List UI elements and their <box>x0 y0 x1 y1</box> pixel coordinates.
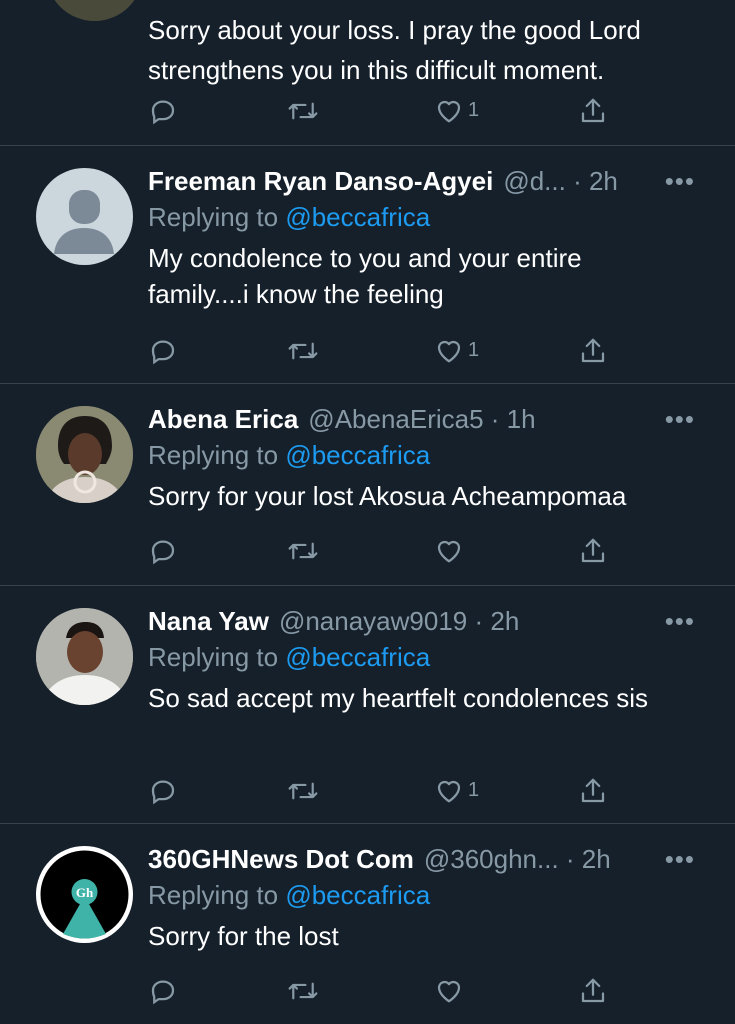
heart-icon <box>437 340 461 363</box>
mention-link[interactable]: @beccafrica <box>285 440 430 470</box>
replying-to: Replying to @beccafrica <box>148 436 695 474</box>
profile-photo-icon <box>36 406 133 503</box>
replying-to: Replying to @beccafrica <box>148 876 695 914</box>
replying-label: Replying to <box>148 202 286 232</box>
tweet-text: Sorry for your lost Akosua Acheampomaa <box>148 481 627 511</box>
like-button[interactable]: 1 <box>434 336 479 364</box>
more-options-icon[interactable]: ••• <box>655 842 695 876</box>
tweet[interactable]: Abena Erica @AbenaErica5 · 1h ••• Replyi… <box>0 384 735 586</box>
replying-label: Replying to <box>148 642 286 672</box>
reply-button[interactable] <box>148 536 178 566</box>
handle-time: @AbenaErica5 · 1h <box>308 404 536 434</box>
tweet-text: My condolence to you and your entire fam… <box>148 243 582 309</box>
mention-link[interactable]: @beccafrica <box>285 202 430 232</box>
reply-icon <box>151 340 175 365</box>
reply-icon <box>151 100 175 125</box>
share-icon <box>581 778 605 803</box>
handle-time: @360ghn... · 2h <box>423 844 611 874</box>
retweet-button[interactable] <box>286 336 320 366</box>
avatar[interactable] <box>36 608 133 705</box>
tweet-text: So sad accept my heartfelt condolences s… <box>148 683 649 713</box>
reply-button[interactable] <box>148 776 178 806</box>
profile-photo-icon <box>36 608 133 705</box>
like-count: 1 <box>468 98 480 121</box>
more-options-icon[interactable]: ••• <box>655 402 695 436</box>
default-profile-icon <box>54 190 114 254</box>
share-button[interactable] <box>578 976 608 1006</box>
heart-icon <box>437 540 461 563</box>
more-options-icon[interactable]: ••• <box>655 164 695 198</box>
like-button[interactable]: 1 <box>434 96 479 124</box>
retweet-icon <box>288 102 318 120</box>
retweet-button[interactable] <box>286 776 320 806</box>
retweet-button[interactable] <box>286 536 320 566</box>
tweet-header: 360GHNews Dot Com @360ghn... · 2h <box>148 842 695 876</box>
retweet-icon <box>288 542 318 560</box>
display-name[interactable]: Nana Yaw <box>148 604 269 638</box>
share-icon <box>581 338 605 363</box>
handle-time: @nanayaw9019 · 2h <box>278 606 520 636</box>
avatar[interactable] <box>46 0 143 21</box>
replying-label: Replying to <box>148 880 286 910</box>
retweet-button[interactable] <box>286 976 320 1006</box>
retweet-icon <box>288 982 318 1000</box>
retweet-button[interactable] <box>286 96 320 126</box>
share-icon <box>581 978 605 1003</box>
tweet-actions <box>148 536 618 570</box>
tweet-actions <box>148 976 618 1010</box>
avatar[interactable] <box>36 406 133 503</box>
like-button[interactable] <box>434 536 468 564</box>
replying-to: Replying to @beccafrica <box>148 198 695 236</box>
like-count: 1 <box>468 778 480 801</box>
like-count: 1 <box>468 338 480 361</box>
tweet[interactable]: Sorry about your loss. I pray the good L… <box>0 0 735 146</box>
share-button[interactable] <box>578 536 608 566</box>
svg-text:Gh: Gh <box>76 885 94 900</box>
reply-icon <box>151 980 175 1005</box>
avatar[interactable] <box>36 168 133 265</box>
like-button[interactable] <box>434 976 468 1004</box>
tweet-header: Nana Yaw @nanayaw9019 · 2h <box>148 604 695 638</box>
news-logo-icon: Gh <box>40 850 129 939</box>
more-options-icon[interactable]: ••• <box>655 604 695 638</box>
share-button[interactable] <box>578 776 608 806</box>
tweet-text: Sorry for the lost <box>148 921 339 951</box>
tweet[interactable]: Nana Yaw @nanayaw9019 · 2h ••• Replying … <box>0 586 735 824</box>
like-button[interactable]: 1 <box>434 776 479 804</box>
share-icon <box>581 538 605 563</box>
handle-time: @d... · 2h <box>503 166 618 196</box>
heart-icon <box>437 100 461 123</box>
display-name[interactable]: Abena Erica <box>148 402 298 436</box>
avatar[interactable]: Gh <box>36 846 133 943</box>
tweet-text: Sorry about your loss. I pray the good L… <box>148 15 641 85</box>
retweet-icon <box>288 782 318 800</box>
display-name[interactable]: 360GHNews Dot Com <box>148 842 414 876</box>
reply-button[interactable] <box>148 976 178 1006</box>
display-name[interactable]: Freeman Ryan Danso-Agyei <box>148 164 493 198</box>
reply-icon <box>151 780 175 805</box>
retweet-icon <box>288 342 318 360</box>
share-button[interactable] <box>578 336 608 366</box>
share-button[interactable] <box>578 96 608 126</box>
tweet-actions: 1 <box>148 96 618 130</box>
reply-button[interactable] <box>148 96 178 126</box>
mention-link[interactable]: @beccafrica <box>285 880 430 910</box>
mention-link[interactable]: @beccafrica <box>285 642 430 672</box>
tweet-actions: 1 <box>148 336 618 370</box>
heart-icon <box>437 780 461 803</box>
tweet-header: Freeman Ryan Danso-Agyei @d... · 2h <box>148 164 695 198</box>
reply-icon <box>151 540 175 565</box>
heart-icon <box>437 980 461 1003</box>
replying-label: Replying to <box>148 440 286 470</box>
share-icon <box>581 98 605 123</box>
tweet-header: Abena Erica @AbenaErica5 · 1h <box>148 402 695 436</box>
tweet[interactable]: Gh 360GHNews Dot Com @360ghn... · 2h •••… <box>0 824 735 1024</box>
tweet-actions: 1 <box>148 776 618 810</box>
reply-button[interactable] <box>148 336 178 366</box>
replying-to: Replying to @beccafrica <box>148 638 695 676</box>
tweet[interactable]: Freeman Ryan Danso-Agyei @d... · 2h ••• … <box>0 146 735 384</box>
